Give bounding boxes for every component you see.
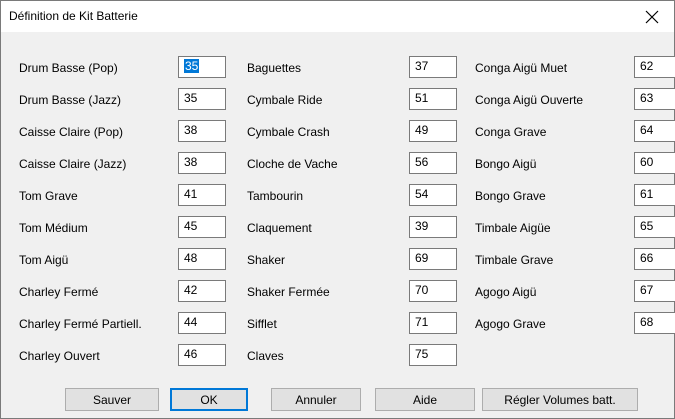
drum-label: Claquement: [247, 221, 312, 235]
drum-value-input[interactable]: 70: [409, 280, 457, 302]
drum-label: Shaker Fermée: [247, 285, 330, 299]
drum-label: Claves: [247, 349, 284, 363]
drum-value-input[interactable]: 46: [178, 344, 226, 366]
drum-value-input[interactable]: 51: [409, 88, 457, 110]
drum-label: Shaker: [247, 253, 286, 267]
drum-value-input[interactable]: 42: [178, 280, 226, 302]
dialog-title: Définition de Kit Batterie: [9, 9, 138, 23]
drum-label: Tom Aigü: [19, 253, 69, 267]
ok-button[interactable]: OK: [170, 388, 248, 411]
drum-label: Cymbale Ride: [247, 93, 323, 107]
drum-label: Tom Grave: [19, 189, 78, 203]
drum-label: Tambourin: [247, 189, 304, 203]
drum-value-input[interactable]: 63: [634, 88, 675, 110]
drum-value-input[interactable]: 48: [178, 248, 226, 270]
drum-label: Agogo Grave: [475, 317, 546, 331]
drum-label: Timbale Aigüe: [475, 221, 551, 235]
drum-label: Sifflet: [247, 317, 277, 331]
drum-value-input[interactable]: 54: [409, 184, 457, 206]
drum-value-input[interactable]: 41: [178, 184, 226, 206]
cancel-button[interactable]: Annuler: [271, 388, 361, 411]
drum-label: Conga Aigü Ouverte: [475, 93, 584, 107]
drum-value-input[interactable]: 39: [409, 216, 457, 238]
drum-label: Agogo Aigü: [475, 285, 537, 299]
drum-value-input[interactable]: 61: [634, 184, 675, 206]
drum-value-input[interactable]: 60: [634, 152, 675, 174]
drum-value-input[interactable]: 62: [634, 56, 675, 78]
drum-value-input[interactable]: 71: [409, 312, 457, 334]
drum-label: Drum Basse (Pop): [19, 61, 118, 75]
drum-value-input[interactable]: 38: [178, 152, 226, 174]
drum-label: Cloche de Vache: [247, 157, 338, 171]
drum-volumes-button[interactable]: Régler Volumes batt.: [482, 388, 638, 411]
drum-label: Baguettes: [247, 61, 302, 75]
help-button[interactable]: Aide: [375, 388, 475, 411]
drum-value-text: 35: [184, 59, 200, 73]
close-button[interactable]: [630, 1, 674, 32]
drum-value-input[interactable]: 66: [634, 248, 675, 270]
drum-value-input[interactable]: 75: [409, 344, 457, 366]
drum-value-input[interactable]: 68: [634, 312, 675, 334]
drum-value-input[interactable]: 65: [634, 216, 675, 238]
drum-value-input[interactable]: 56: [409, 152, 457, 174]
drum-value-input[interactable]: 69: [409, 248, 457, 270]
drum-label: Cymbale Crash: [247, 125, 330, 139]
drum-value-input[interactable]: 37: [409, 56, 457, 78]
drum-label: Bongo Aigü: [475, 157, 537, 171]
drum-value-input[interactable]: 35: [178, 88, 226, 110]
drum-value-input[interactable]: 44: [178, 312, 226, 334]
close-icon: [645, 10, 659, 23]
drum-value-input[interactable]: 35: [178, 56, 226, 78]
drum-value-input[interactable]: 38: [178, 120, 226, 142]
drum-label: Timbale Grave: [475, 253, 554, 267]
drum-label: Charley Fermé Partiell.: [19, 317, 142, 331]
drum-label: Caisse Claire (Jazz): [19, 157, 127, 171]
drum-label: Conga Grave: [475, 125, 547, 139]
drum-label: Bongo Grave: [475, 189, 546, 203]
drum-label: Tom Médium: [19, 221, 88, 235]
drum-label: Charley Fermé: [19, 285, 99, 299]
drum-value-input[interactable]: 64: [634, 120, 675, 142]
drum-label: Drum Basse (Jazz): [19, 93, 122, 107]
drum-label: Charley Ouvert: [19, 349, 100, 363]
kit-definition-dialog: Définition de Kit Batterie Drum Basse (P…: [0, 0, 675, 419]
save-button[interactable]: Sauver: [65, 388, 159, 411]
drum-label: Conga Aigü Muet: [475, 61, 568, 75]
drum-value-input[interactable]: 67: [634, 280, 675, 302]
drum-label: Caisse Claire (Pop): [19, 125, 124, 139]
drum-value-input[interactable]: 45: [178, 216, 226, 238]
title-bar: Définition de Kit Batterie: [1, 1, 674, 32]
drum-value-input[interactable]: 49: [409, 120, 457, 142]
